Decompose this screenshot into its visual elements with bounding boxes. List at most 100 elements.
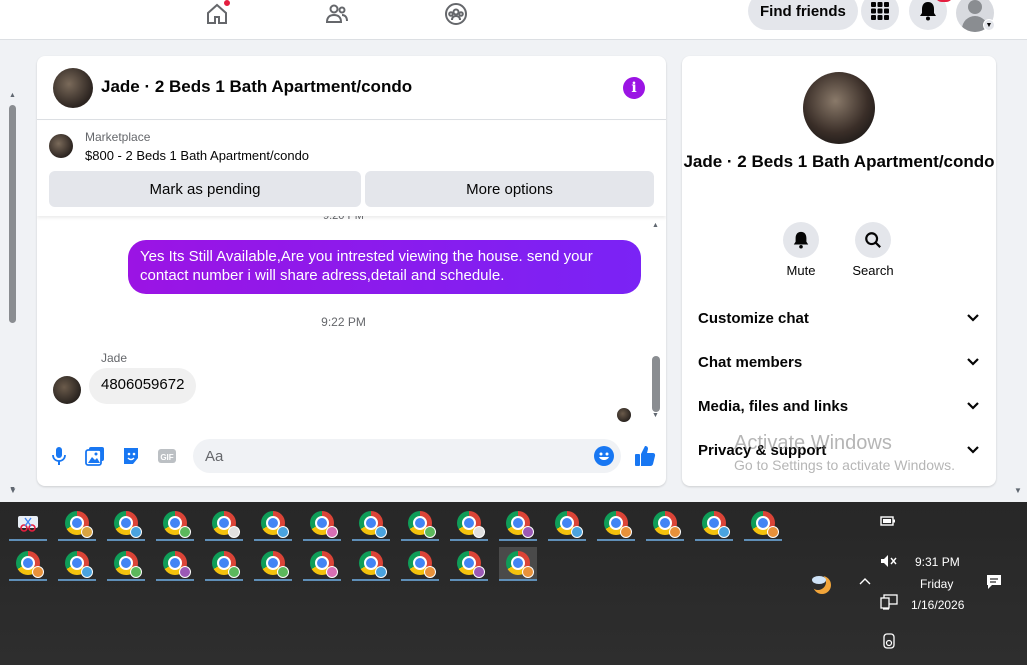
chrome-profile-app[interactable] <box>499 547 537 581</box>
chrome-profile-app[interactable] <box>646 507 684 541</box>
chrome-profile-app[interactable] <box>352 507 390 541</box>
scroll-down-arrow[interactable]: ▼ <box>9 486 17 495</box>
chat-title[interactable]: Jade · 2 Beds 1 Bath Apartment/condo <box>101 77 412 97</box>
chrome-profile-app[interactable] <box>352 547 390 581</box>
chrome-profile-app[interactable] <box>744 507 782 541</box>
chrome-icon <box>506 551 534 578</box>
profile-badge <box>326 566 338 578</box>
listing-avatar[interactable] <box>803 72 875 144</box>
clock-time[interactable]: 9:31 PM <box>915 555 960 569</box>
profile-badge <box>32 566 44 578</box>
media-files-links-row[interactable]: Media, files and links <box>690 386 988 426</box>
chrome-profile-app[interactable] <box>597 507 635 541</box>
mute-button[interactable]: Mute <box>771 222 831 278</box>
snipping-tool-app[interactable] <box>9 507 47 541</box>
microphone-icon[interactable] <box>49 446 69 466</box>
mark-as-pending-button[interactable]: Mark as pending <box>49 171 361 207</box>
chrome-icon <box>408 511 436 538</box>
chrome-profile-app[interactable] <box>401 507 439 541</box>
thread-scrollbar[interactable]: ▲ ▼ <box>650 222 662 422</box>
search-label: Search <box>852 263 894 278</box>
chrome-icon <box>408 551 436 578</box>
row-label: Media, files and links <box>698 397 849 415</box>
scroll-down-arrow[interactable]: ▼ <box>652 412 659 419</box>
chrome-icon <box>261 551 289 578</box>
profile-badge <box>571 526 583 538</box>
chrome-profile-app[interactable] <box>450 507 488 541</box>
scroll-down-arrow[interactable]: ▼ <box>1014 486 1022 495</box>
chrome-icon <box>310 511 338 538</box>
notification-dot <box>223 0 231 7</box>
search-button[interactable]: Search <box>843 222 903 278</box>
chrome-profile-app[interactable] <box>156 547 194 581</box>
sticker-icon[interactable] <box>121 446 141 466</box>
chevron-down-icon[interactable]: ▼ <box>983 19 995 31</box>
profile-badge <box>767 526 779 538</box>
chrome-profile-app[interactable] <box>254 507 292 541</box>
meet-now-icon[interactable] <box>882 633 896 652</box>
chrome-profile-app[interactable] <box>303 547 341 581</box>
page-scrollbar[interactable]: ▲ ▼ <box>6 92 18 496</box>
battery-icon[interactable] <box>880 514 896 531</box>
thumbs-up-icon[interactable] <box>633 444 657 468</box>
sender-avatar[interactable] <box>53 376 81 404</box>
weather-icon[interactable] <box>808 572 834 599</box>
find-friends-button[interactable]: Find friends <box>748 0 858 30</box>
network-icon[interactable] <box>880 594 898 613</box>
profile-badge <box>473 526 485 538</box>
mute-label: Mute <box>786 263 816 278</box>
row-label: Customize chat <box>698 309 809 327</box>
emoji-icon[interactable] <box>594 446 614 466</box>
chrome-icon <box>16 551 44 578</box>
chrome-profile-app[interactable] <box>499 507 537 541</box>
chrome-profile-app[interactable] <box>450 547 488 581</box>
photo-icon[interactable] <box>85 446 105 466</box>
clock-date[interactable]: 1/16/2026 <box>911 598 964 612</box>
menu-grid-button[interactable] <box>861 0 899 30</box>
scroll-up-arrow[interactable]: ▲ <box>9 92 16 99</box>
groups-icon[interactable] <box>442 0 470 28</box>
incoming-message[interactable]: 4806059672 <box>89 368 197 404</box>
chrome-profile-app[interactable] <box>156 507 194 541</box>
more-options-button[interactable]: More options <box>365 171 654 207</box>
chrome-profile-app[interactable] <box>107 547 145 581</box>
friends-icon[interactable] <box>323 0 351 28</box>
watermark-title: Activate Windows <box>734 432 892 454</box>
scrollbar-thumb[interactable] <box>652 356 660 412</box>
chrome-profile-app[interactable] <box>9 547 47 581</box>
outgoing-message[interactable]: Yes Its Still Available,Are you intreste… <box>128 240 641 294</box>
scroll-up-arrow[interactable]: ▲ <box>652 222 659 229</box>
message-input[interactable] <box>193 439 621 473</box>
home-icon[interactable] <box>203 0 231 28</box>
chrome-profile-app[interactable] <box>548 507 586 541</box>
chrome-profile-app[interactable] <box>58 547 96 581</box>
chrome-profile-app[interactable] <box>107 507 145 541</box>
chevron-down-icon <box>967 402 979 410</box>
profile-badge <box>669 526 681 538</box>
chrome-profile-app[interactable] <box>58 507 96 541</box>
scrollbar-thumb[interactable] <box>9 105 16 323</box>
customize-chat-row[interactable]: Customize chat <box>690 298 988 338</box>
chrome-profile-app[interactable] <box>254 547 292 581</box>
info-icon[interactable]: i <box>623 77 645 99</box>
chrome-icon <box>653 511 681 538</box>
action-center-icon[interactable] <box>986 574 1002 593</box>
windows-taskbar: 9:31 PM Friday 1/16/2026 <box>0 502 1027 665</box>
listing-thumbnail[interactable] <box>49 134 73 158</box>
chrome-profile-app[interactable] <box>695 507 733 541</box>
chat-members-row[interactable]: Chat members <box>690 342 988 382</box>
profile-badge <box>473 566 485 578</box>
listing-avatar[interactable] <box>53 68 93 108</box>
message-thread: 9:20 PM Yes Its Still Available,Are you … <box>37 210 666 426</box>
chrome-profile-app[interactable] <box>205 547 243 581</box>
clock-day[interactable]: Friday <box>920 577 953 591</box>
volume-muted-icon[interactable] <box>880 554 898 571</box>
chrome-profile-app[interactable] <box>303 507 341 541</box>
show-hidden-icons-chevron[interactable] <box>858 574 872 589</box>
gif-icon[interactable]: GIF <box>157 446 177 466</box>
chrome-profile-app[interactable] <box>401 547 439 581</box>
profile-badge <box>620 526 632 538</box>
chrome-profile-app[interactable] <box>205 507 243 541</box>
notifications-button[interactable] <box>909 0 953 30</box>
listing-title[interactable]: $800 - 2 Beds 1 Bath Apartment/condo <box>85 148 309 163</box>
